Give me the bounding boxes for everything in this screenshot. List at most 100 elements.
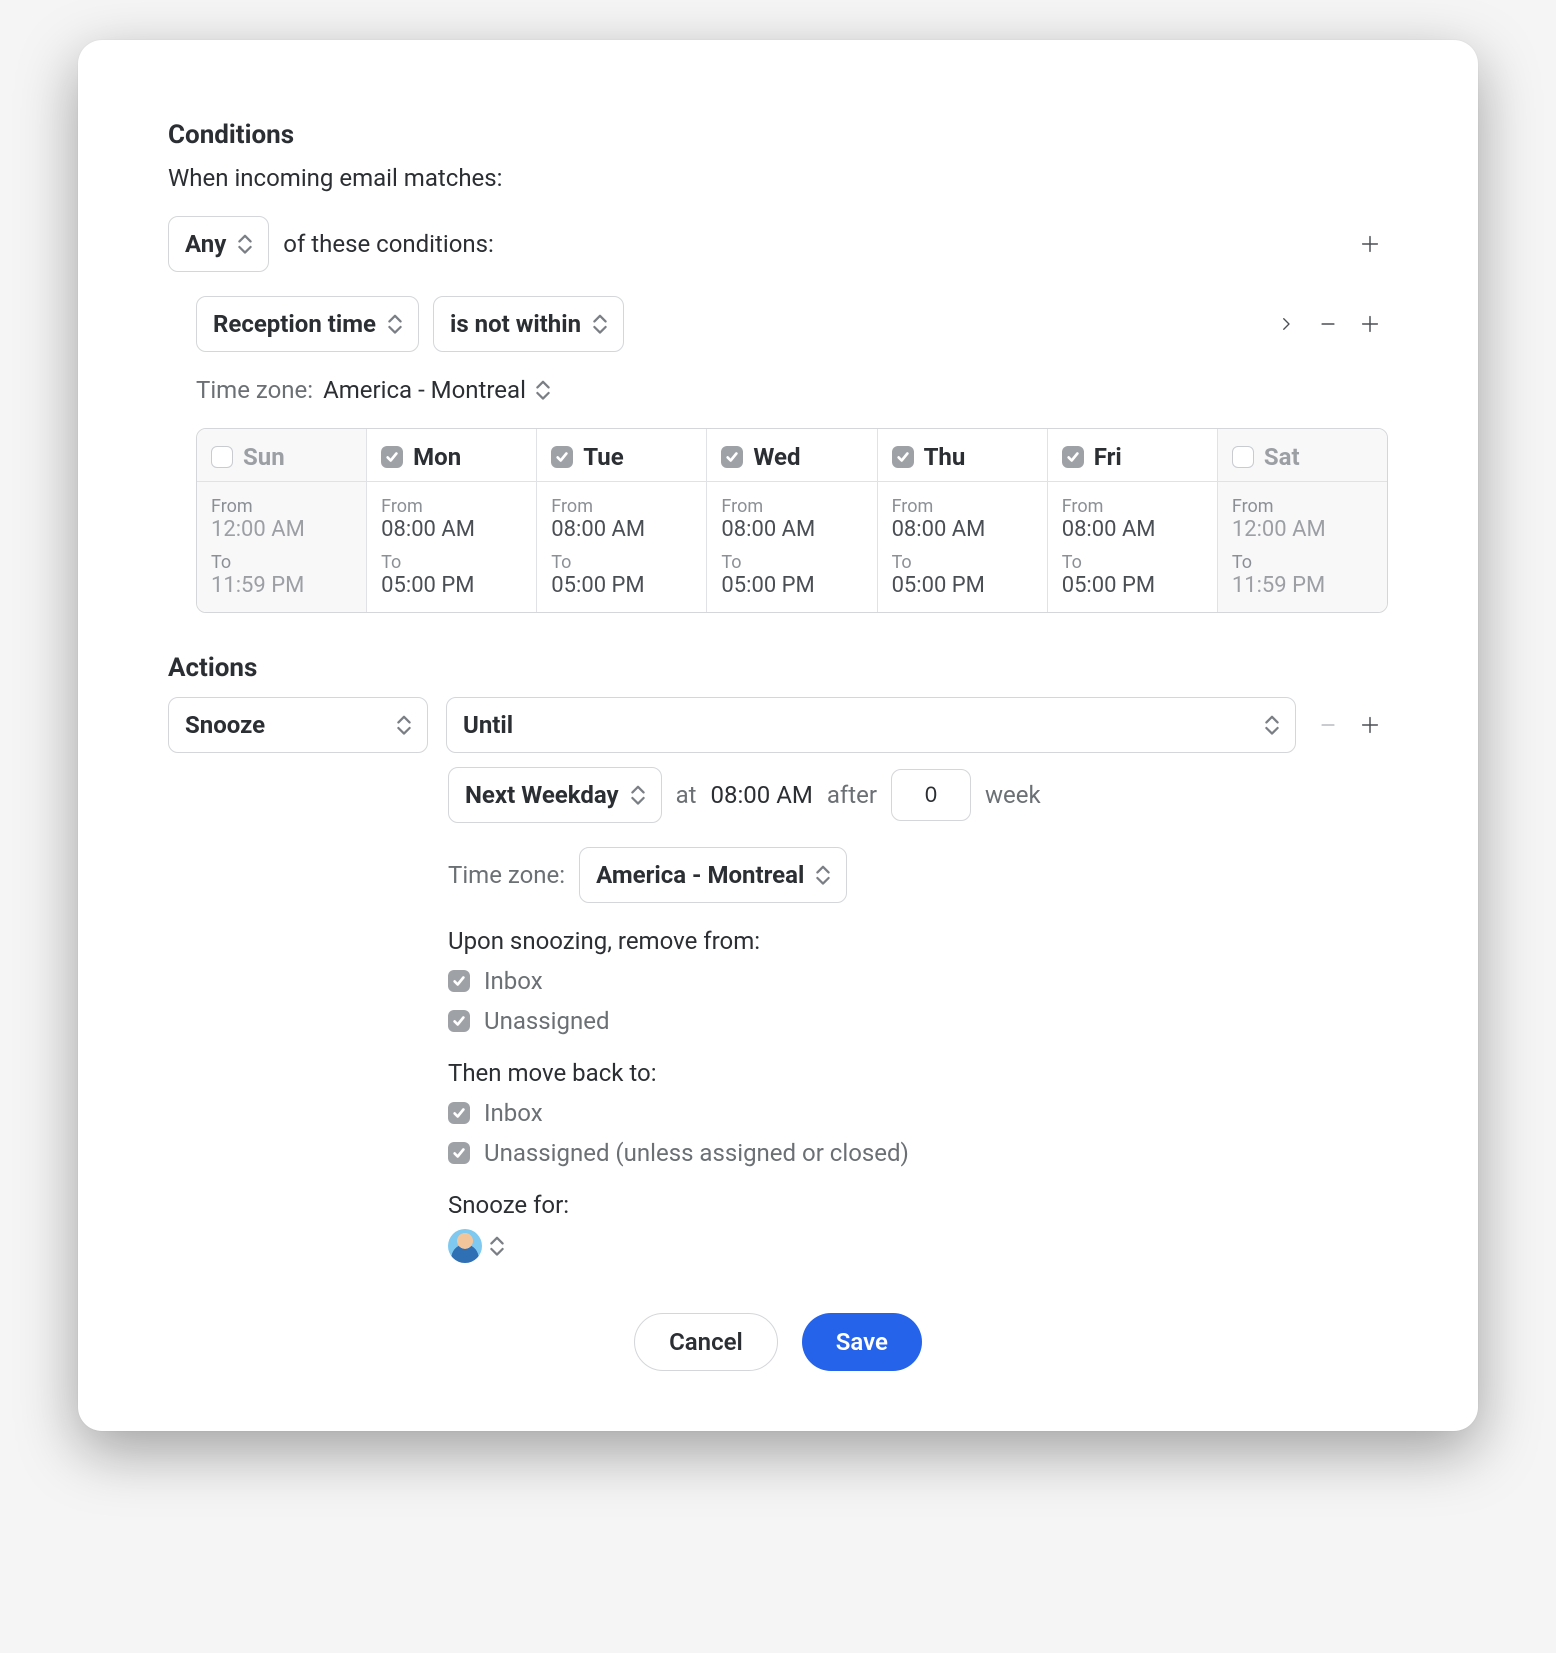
to-label: To <box>721 552 862 573</box>
to-time[interactable]: 11:59 PM <box>1232 573 1373 598</box>
match-mode-label: Any <box>185 230 226 258</box>
day-column: Thu From08:00 AM To05:00 PM <box>878 429 1048 612</box>
checkbox[interactable] <box>448 970 470 992</box>
checkbox[interactable] <box>551 446 573 468</box>
from-time[interactable]: 08:00 AM <box>721 517 862 542</box>
from-time[interactable]: 12:00 AM <box>1232 517 1373 542</box>
stepper-icon <box>631 784 645 806</box>
remove-from-option-label: Inbox <box>484 967 543 995</box>
move-back-option[interactable]: Inbox <box>448 1099 1388 1127</box>
day-column: SatFrom12:00 AMTo11:59 PM <box>1218 429 1387 612</box>
to-label: To <box>1062 552 1203 573</box>
to-time[interactable]: 05:00 PM <box>381 573 522 598</box>
day-toggle[interactable]: Sun <box>197 429 366 482</box>
to-time[interactable]: 05:00 PM <box>721 573 862 598</box>
action-type-select[interactable]: Snooze <box>168 697 428 753</box>
stepper-icon <box>1265 714 1279 736</box>
checkbox[interactable] <box>1062 446 1084 468</box>
day-body: From08:00 AMTo05:00 PM <box>367 482 536 612</box>
checkbox[interactable] <box>381 446 403 468</box>
stepper-icon <box>238 233 252 255</box>
condition-operator-label: is not within <box>450 310 581 338</box>
action-type-label: Snooze <box>185 711 265 739</box>
checkbox[interactable] <box>448 1010 470 1032</box>
action-timezone-select[interactable]: America - Montreal <box>579 847 847 903</box>
remove-from-label: Upon snoozing, remove from: <box>448 927 1388 955</box>
day-toggle[interactable]: Fri <box>1048 429 1217 482</box>
day-toggle[interactable]: Tue <box>537 429 706 482</box>
cancel-button[interactable]: Cancel <box>634 1313 778 1371</box>
day-toggle[interactable]: Wed <box>707 429 876 482</box>
conditions-title: Conditions <box>168 120 1388 150</box>
weeks-input[interactable] <box>891 769 971 821</box>
weekday-select[interactable]: Next Weekday <box>448 767 662 823</box>
condition-timezone-select[interactable]: America - Montreal <box>323 376 550 404</box>
from-label: From <box>721 496 862 517</box>
action-mode-select[interactable]: Until <box>446 697 1296 753</box>
save-button[interactable]: Save <box>802 1313 922 1371</box>
day-name: Mon <box>413 443 461 471</box>
day-column: Mon From08:00 AMTo05:00 PM <box>367 429 537 612</box>
add-condition-group-button[interactable] <box>1352 226 1388 262</box>
checkbox[interactable] <box>211 446 233 468</box>
day-column: Fri From08:00 AM To05:00 PM <box>1048 429 1218 612</box>
from-time[interactable]: 08:00 AM <box>381 517 522 542</box>
action-mode-label: Until <box>463 711 513 739</box>
remove-from-option[interactable]: Unassigned <box>448 1007 1388 1035</box>
from-time[interactable]: 08:00 AM <box>892 517 1033 542</box>
to-time[interactable]: 05:00 PM <box>892 573 1033 598</box>
stepper-icon <box>397 714 411 736</box>
remove-action-button[interactable] <box>1310 707 1346 743</box>
move-back-label: Then move back to: <box>448 1059 1388 1087</box>
from-label: From <box>551 496 692 517</box>
from-time[interactable]: 08:00 AM <box>1062 517 1203 542</box>
add-condition-button[interactable] <box>1352 306 1388 342</box>
conditions-intro: When incoming email matches: <box>168 164 1388 192</box>
match-mode-select[interactable]: Any <box>168 216 269 272</box>
stepper-icon <box>490 1235 504 1257</box>
snooze-for-user-select[interactable] <box>448 1229 1388 1263</box>
day-body: From08:00 AMTo05:00 PM <box>537 482 706 612</box>
day-column: SunFrom12:00 AMTo11:59 PM <box>197 429 367 612</box>
from-label: From <box>381 496 522 517</box>
move-back-option-label: Inbox <box>484 1099 543 1127</box>
checkbox[interactable] <box>721 446 743 468</box>
after-label: after <box>827 781 877 809</box>
action-timezone-value: America - Montreal <box>596 861 804 889</box>
remove-from-option[interactable]: Inbox <box>448 967 1388 995</box>
condition-expand-button[interactable] <box>1268 306 1304 342</box>
checkbox[interactable] <box>1232 446 1254 468</box>
from-time[interactable]: 08:00 AM <box>551 517 692 542</box>
to-label: To <box>892 552 1033 573</box>
from-label: From <box>1062 496 1203 517</box>
move-back-option[interactable]: Unassigned (unless assigned or closed) <box>448 1139 1388 1167</box>
weekday-schedule: SunFrom12:00 AMTo11:59 PMMonFrom08:00 AM… <box>196 428 1388 613</box>
day-toggle[interactable]: Sat <box>1218 429 1387 482</box>
actions-title: Actions <box>168 653 1388 683</box>
condition-field-select[interactable]: Reception time <box>196 296 419 352</box>
day-name: Fri <box>1094 443 1122 471</box>
checkbox[interactable] <box>892 446 914 468</box>
day-toggle[interactable]: Mon <box>367 429 536 482</box>
stepper-icon <box>536 379 550 401</box>
to-time[interactable]: 11:59 PM <box>211 573 352 598</box>
from-label: From <box>892 496 1033 517</box>
move-back-option-label: Unassigned (unless assigned or closed) <box>484 1139 909 1167</box>
from-time[interactable]: 12:00 AM <box>211 517 352 542</box>
add-action-button[interactable] <box>1352 707 1388 743</box>
to-time[interactable]: 05:00 PM <box>1062 573 1203 598</box>
day-body: From12:00 AMTo11:59 PM <box>1218 482 1387 612</box>
checkbox[interactable] <box>448 1142 470 1164</box>
from-label: From <box>211 496 352 517</box>
to-time[interactable]: 05:00 PM <box>551 573 692 598</box>
at-time[interactable]: 08:00 AM <box>711 781 813 809</box>
remove-condition-button[interactable] <box>1310 306 1346 342</box>
day-name: Sun <box>243 443 285 471</box>
condition-operator-select[interactable]: is not within <box>433 296 624 352</box>
remove-from-option-label: Unassigned <box>484 1007 609 1035</box>
stepper-icon <box>816 864 830 886</box>
day-toggle[interactable]: Thu <box>878 429 1047 482</box>
day-name: Tue <box>583 443 623 471</box>
weekday-select-label: Next Weekday <box>465 781 619 809</box>
checkbox[interactable] <box>448 1102 470 1124</box>
